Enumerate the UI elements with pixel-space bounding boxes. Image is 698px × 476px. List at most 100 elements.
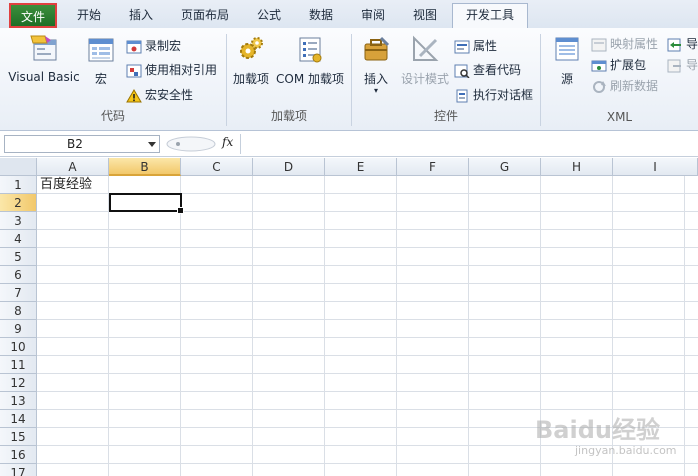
xml-source-label: 源 (560, 72, 573, 86)
column-header-e[interactable]: E (325, 158, 397, 176)
record-macro-button[interactable]: 录制宏 (126, 36, 181, 56)
column-header-d[interactable]: D (253, 158, 325, 176)
macro-security-button[interactable]: 宏安全性 (126, 85, 193, 105)
row-header[interactable]: 6 (0, 266, 37, 284)
row-header[interactable]: 14 (0, 410, 37, 428)
fill-handle[interactable] (177, 207, 184, 214)
ribbon-tab-bar: 文件 开始 插入 页面布局 公式 数据 审阅 视图 开发工具 (0, 0, 698, 30)
tab-formulas[interactable]: 公式 (246, 4, 292, 27)
tab-developer[interactable]: 开发工具 (452, 3, 528, 30)
record-macro-icon (126, 40, 142, 53)
column-header-i[interactable]: I (613, 158, 698, 176)
toolbox-icon (364, 36, 390, 61)
column-header-b[interactable]: B (109, 158, 181, 176)
group-code-label: 代码 (100, 109, 125, 123)
row-header[interactable]: 3 (0, 212, 37, 230)
refresh-data-label: 刷新数据 (610, 79, 659, 93)
tab-home[interactable]: 开始 (66, 4, 112, 27)
xml-source-icon (555, 37, 579, 61)
visual-basic-label: Visual Basic (8, 70, 80, 84)
relative-reference-icon (126, 64, 142, 77)
row-header[interactable]: 1 (0, 176, 37, 194)
visual-basic-button[interactable]: Visual Basic (6, 34, 82, 84)
design-mode-button[interactable]: 设计模式 (398, 34, 452, 87)
properties-button[interactable]: 属性 (454, 36, 497, 56)
tab-file[interactable]: 文件 (9, 3, 57, 28)
column-header-g[interactable]: G (469, 158, 541, 176)
row-header[interactable]: 11 (0, 356, 37, 374)
select-all-corner[interactable] (0, 158, 37, 176)
view-code-button[interactable]: 查看代码 (454, 60, 521, 80)
row-header[interactable]: 10 (0, 338, 37, 356)
tab-view[interactable]: 视图 (402, 4, 448, 27)
xml-source-button[interactable]: 源 (547, 34, 587, 87)
properties-icon (454, 40, 470, 53)
watermark-logo: Baidu经验 (535, 416, 660, 444)
column-header-h[interactable]: H (541, 158, 613, 176)
com-addins-label: COM 加载项 (276, 72, 344, 86)
row-header[interactable]: 4 (0, 230, 37, 248)
name-box[interactable]: B2 (4, 135, 160, 153)
formula-input[interactable] (240, 134, 698, 154)
refresh-data-button[interactable]: 刷新数据 (591, 76, 658, 96)
com-addins-icon (299, 37, 322, 63)
ribbon: Visual Basic 宏 录制宏 使用相对引用 宏安全性 代码 加载项 CO… (0, 28, 698, 131)
run-dialog-icon (456, 89, 468, 102)
map-properties-button[interactable]: 映射属性 (591, 34, 658, 54)
chevron-down-icon: ▾ (373, 86, 378, 95)
gear-icon (240, 37, 263, 59)
map-properties-label: 映射属性 (610, 37, 659, 51)
tab-data[interactable]: 数据 (298, 4, 344, 27)
group-addins-label: 加载项 (270, 109, 307, 123)
row-header[interactable]: 9 (0, 320, 37, 338)
tab-insert[interactable]: 插入 (118, 4, 164, 27)
insert-function-button[interactable]: fx (222, 135, 233, 149)
expansion-packs-button[interactable]: 扩展包 (591, 55, 646, 75)
refresh-icon (593, 80, 606, 93)
row-header[interactable]: 12 (0, 374, 37, 392)
row-header[interactable]: 13 (0, 392, 37, 410)
relative-reference-button[interactable]: 使用相对引用 (126, 60, 217, 80)
relative-reference-label: 使用相对引用 (145, 63, 218, 77)
expansion-packs-label: 扩展包 (610, 58, 647, 72)
group-code: Visual Basic 宏 录制宏 使用相对引用 宏安全性 代码 (0, 30, 226, 128)
view-code-icon (454, 64, 470, 79)
tab-review[interactable]: 审阅 (350, 4, 396, 27)
cell-a1[interactable]: 百度经验 (40, 176, 92, 194)
design-mode-icon (413, 35, 439, 61)
design-mode-label: 设计模式 (400, 72, 449, 86)
row-header[interactable]: 2 (0, 194, 37, 212)
addins-label: 加载项 (232, 72, 269, 86)
import-button[interactable]: 导入 (667, 34, 698, 54)
insert-control-button[interactable]: 插入 ▾ (356, 34, 396, 95)
column-header-c[interactable]: C (181, 158, 253, 176)
macros-label: 宏 (94, 72, 107, 86)
row-header[interactable]: 7 (0, 284, 37, 302)
record-macro-label: 录制宏 (145, 39, 182, 53)
macro-security-label: 宏安全性 (145, 88, 194, 102)
row-header[interactable]: 15 (0, 428, 37, 446)
com-addins-button[interactable]: COM 加载项 (273, 34, 347, 87)
import-label: 导入 (686, 37, 698, 51)
row-header[interactable]: 16 (0, 446, 37, 464)
export-icon (667, 59, 681, 72)
properties-label: 属性 (473, 39, 498, 53)
visual-basic-icon (30, 35, 57, 61)
column-header-f[interactable]: F (397, 158, 469, 176)
name-box-value: B2 (67, 137, 83, 151)
export-button[interactable]: 导出 (667, 55, 698, 75)
formula-bar-splitter-icon[interactable] (166, 136, 216, 152)
macros-button[interactable]: 宏 (84, 34, 118, 87)
column-header-a[interactable]: A (37, 158, 109, 176)
expansion-packs-icon (591, 60, 607, 71)
row-header[interactable]: 8 (0, 302, 37, 320)
active-cell-b2[interactable] (109, 193, 184, 214)
row-header[interactable]: 17 (0, 464, 37, 476)
addins-button[interactable]: 加载项 (229, 34, 273, 87)
chevron-down-icon[interactable] (148, 142, 156, 147)
group-controls-label: 控件 (433, 109, 458, 123)
row-header[interactable]: 5 (0, 248, 37, 266)
warning-icon (126, 88, 142, 102)
tab-page-layout[interactable]: 页面布局 (172, 4, 238, 27)
run-dialog-button[interactable]: 执行对话框 (454, 85, 533, 105)
